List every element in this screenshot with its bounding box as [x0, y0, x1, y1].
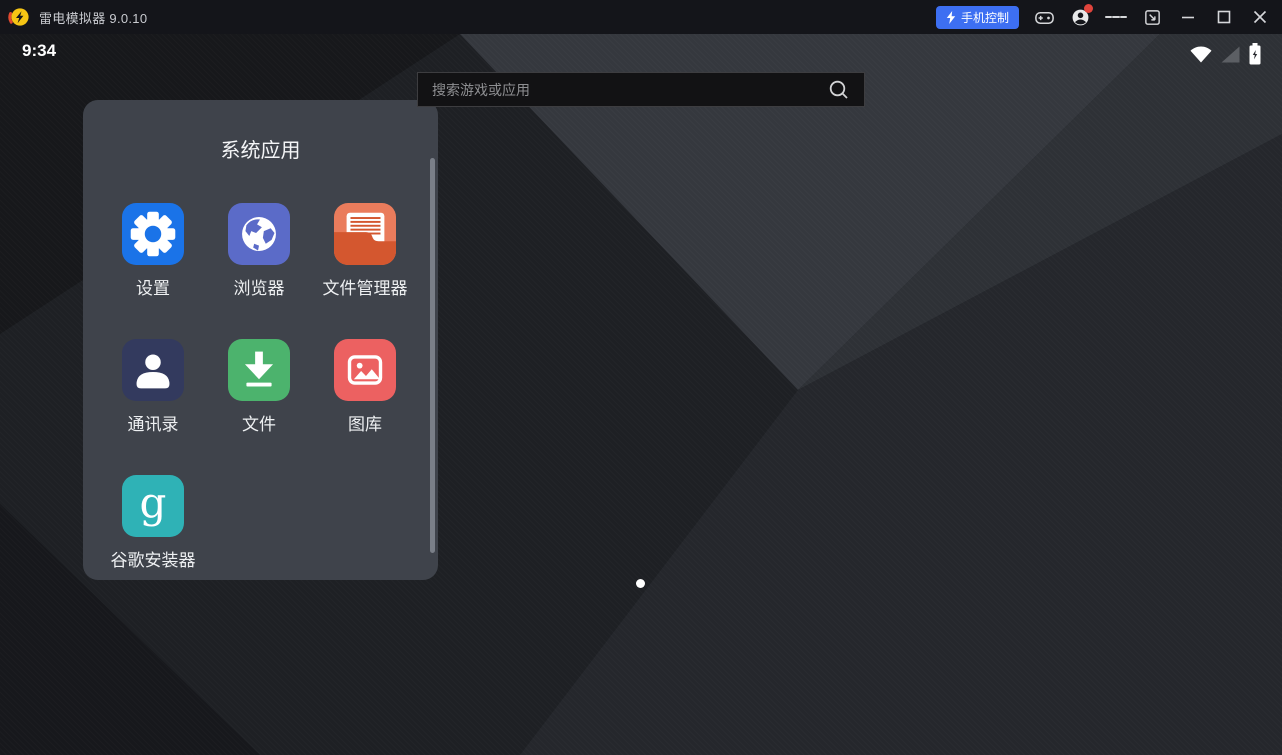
page-indicator-dot: [636, 579, 645, 588]
letter-g-icon: g: [140, 482, 167, 524]
app-item-contacts[interactable]: 通讯录: [100, 339, 206, 475]
app-tile: [228, 339, 290, 401]
app-item-files[interactable]: 文件: [206, 339, 312, 475]
app-label: 浏览器: [234, 274, 285, 299]
menu-icon[interactable]: [1105, 6, 1127, 28]
folder-scrollbar[interactable]: [430, 158, 435, 553]
gamepad-icon[interactable]: [1033, 6, 1055, 28]
phone-control-button[interactable]: 手机控制: [936, 6, 1019, 29]
app-item-settings[interactable]: 设置: [100, 203, 206, 339]
phone-control-label: 手机控制: [961, 9, 1009, 26]
file-manager-icon: [334, 203, 396, 265]
signal-icon: [1220, 44, 1241, 64]
app-folder-panel: 系统应用: [83, 100, 438, 580]
gallery-icon: [334, 339, 396, 401]
app-item-gallery[interactable]: 图库: [312, 339, 418, 475]
app-label: 文件: [242, 410, 276, 435]
app-item-file-manager[interactable]: 文件管理器: [312, 203, 418, 339]
search-input[interactable]: [418, 82, 828, 98]
window-titlebar: 雷电模拟器 9.0.10 手机控制: [0, 0, 1282, 34]
app-label: 文件管理器: [323, 274, 408, 299]
account-icon[interactable]: [1069, 6, 1091, 28]
close-button[interactable]: [1249, 6, 1271, 28]
search-icon[interactable]: [828, 79, 850, 101]
app-grid: 设置 浏览器: [100, 203, 418, 611]
window-title: 雷电模拟器 9.0.10: [39, 8, 147, 27]
folder-title: 系统应用: [83, 134, 438, 163]
download-icon: [228, 339, 290, 401]
app-label: 通讯录: [128, 410, 179, 435]
ldplayer-logo-icon: [8, 6, 30, 28]
app-tile: [122, 339, 184, 401]
gear-icon: [122, 203, 184, 265]
app-item-browser[interactable]: 浏览器: [206, 203, 312, 339]
wifi-icon: [1189, 44, 1213, 64]
app-tile: [334, 203, 396, 265]
globe-icon: [228, 203, 290, 265]
search-bar: [417, 72, 865, 107]
minimize-button[interactable]: [1177, 6, 1199, 28]
status-time: 9:34: [22, 41, 56, 61]
app-label: 谷歌安装器: [111, 546, 196, 571]
app-item-google-installer[interactable]: g 谷歌安装器: [100, 475, 206, 611]
resize-icon[interactable]: [1141, 6, 1163, 28]
battery-icon: [1248, 42, 1262, 66]
person-icon: [122, 339, 184, 401]
app-tile: [334, 339, 396, 401]
notification-dot: [1084, 4, 1093, 13]
maximize-button[interactable]: [1213, 6, 1235, 28]
app-label: 设置: [136, 274, 170, 299]
android-screen: 9:34: [0, 34, 1282, 755]
app-label: 图库: [348, 410, 382, 435]
app-tile: g: [122, 475, 184, 537]
app-tile: [122, 203, 184, 265]
flash-icon: [946, 11, 956, 24]
emulator-window: 雷电模拟器 9.0.10 手机控制: [0, 0, 1282, 755]
app-tile: [228, 203, 290, 265]
